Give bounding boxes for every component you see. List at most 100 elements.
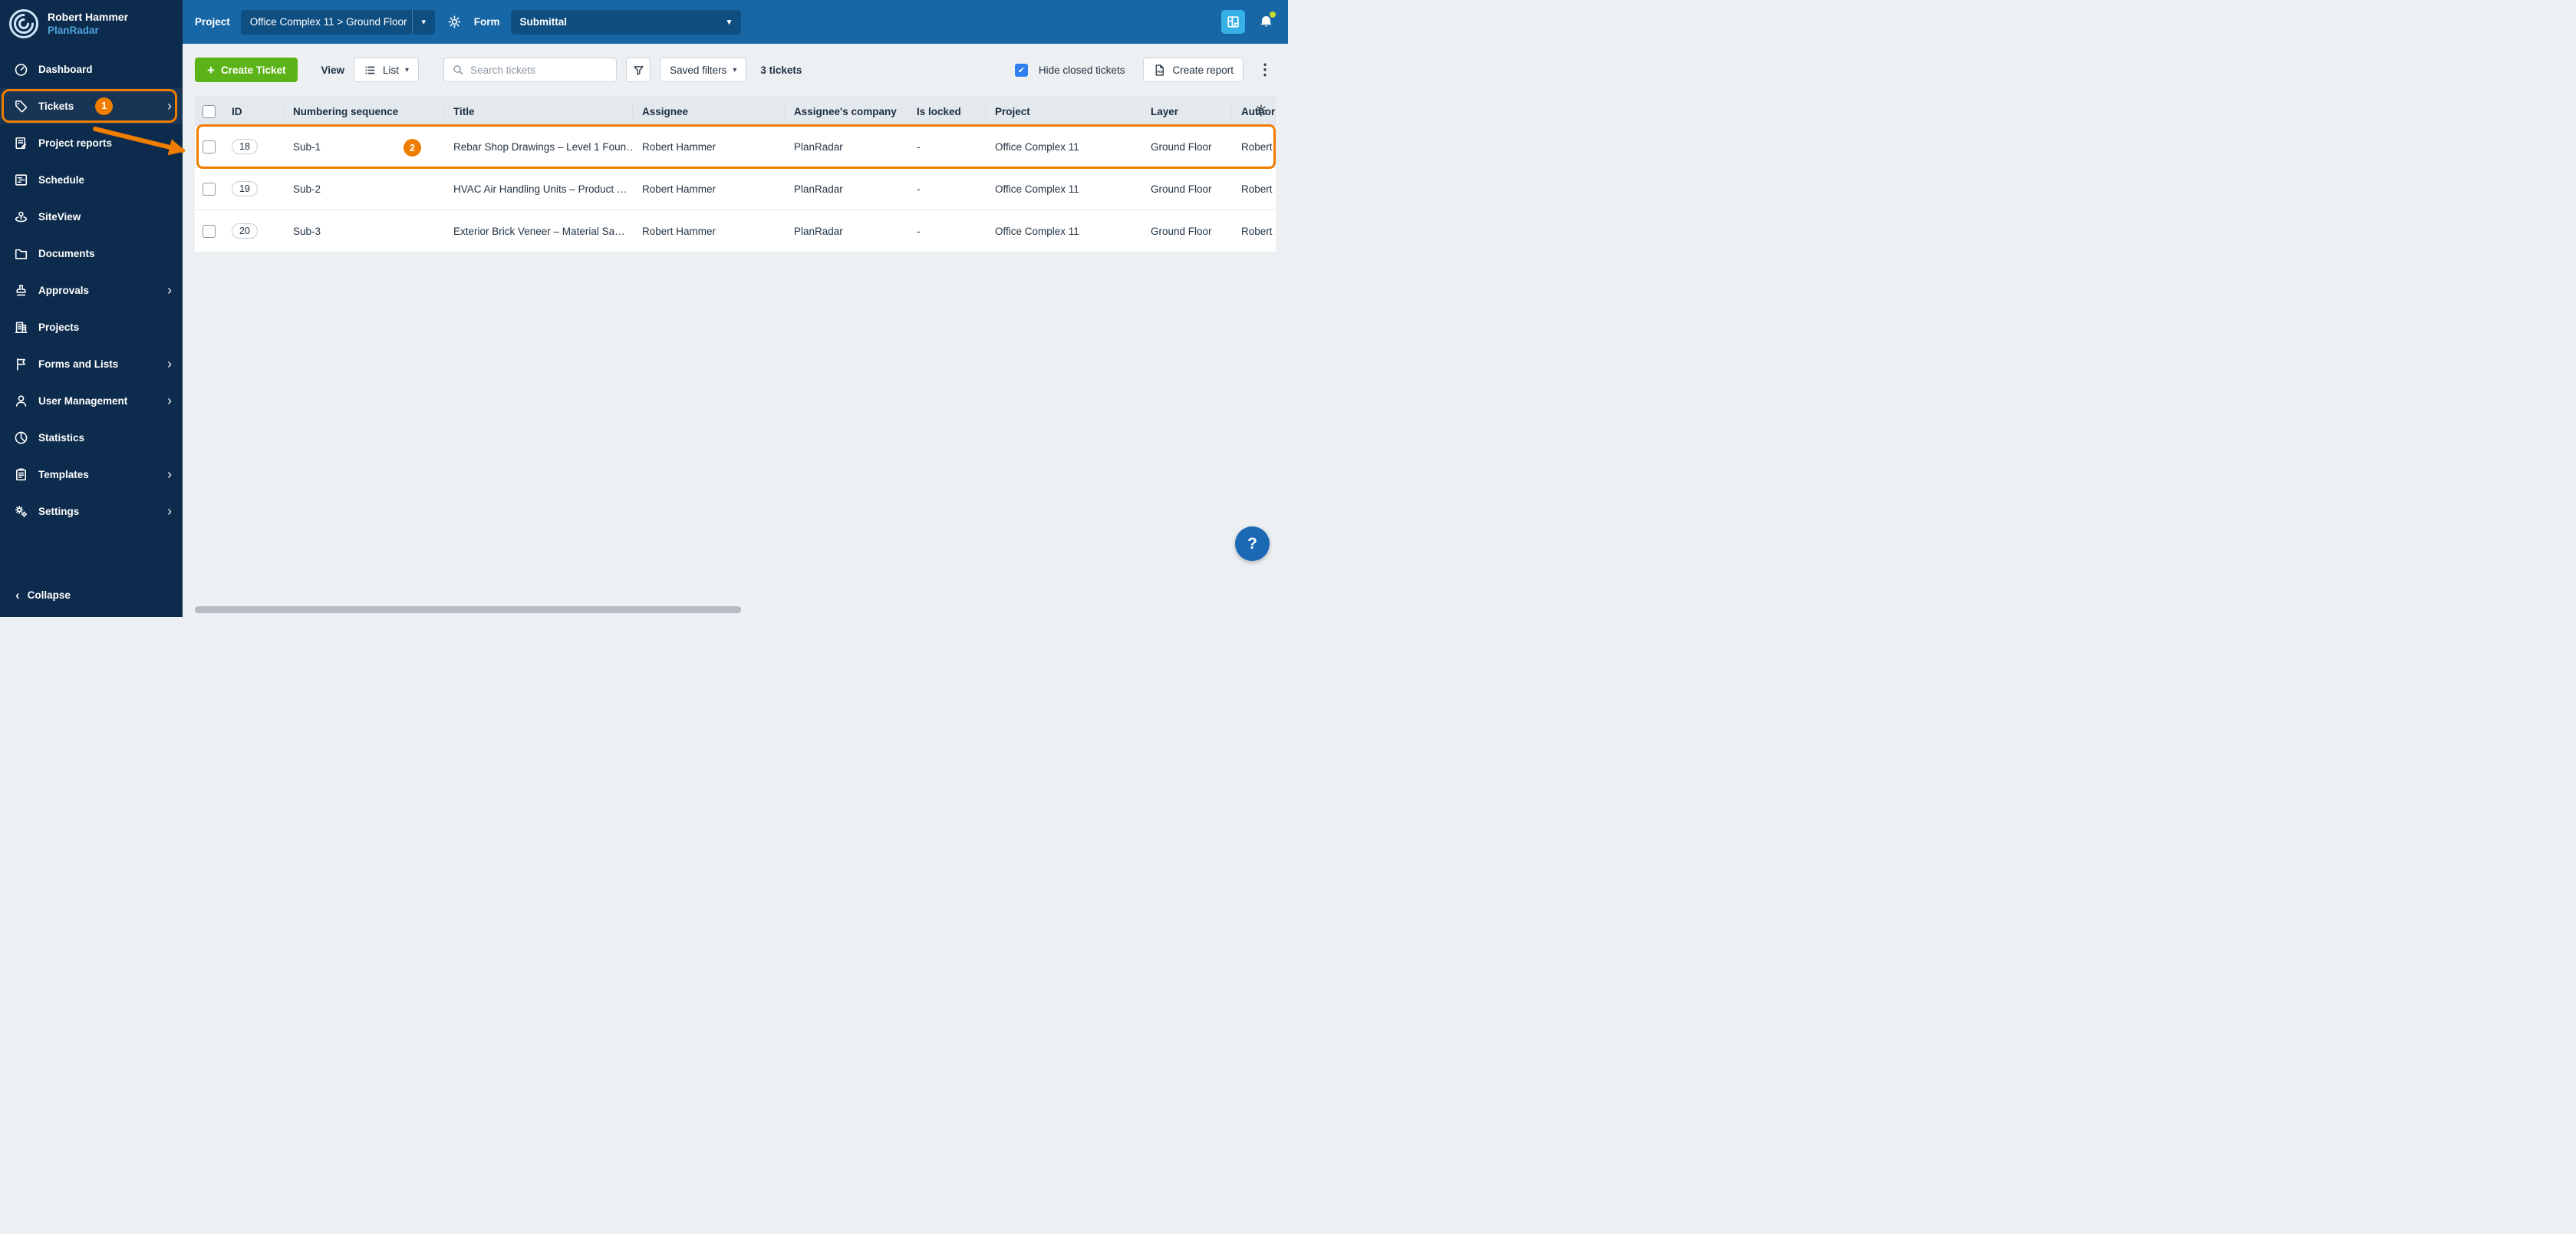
sidebar-item-label: Documents [38, 247, 95, 259]
cell-project: Office Complex 11 [995, 225, 1079, 237]
sidebar-item-schedule[interactable]: Schedule [0, 161, 183, 198]
cell-assignee: Robert Hammer [642, 140, 716, 153]
cell-title: Exterior Brick Veneer – Material Sa… [453, 225, 625, 237]
horizontal-scrollbar-thumb[interactable] [195, 606, 741, 613]
svg-text:PDF: PDF [1158, 69, 1164, 73]
notifications-bell-icon[interactable] [1258, 12, 1276, 30]
statistics-icon [13, 430, 28, 445]
sidebar-item-project-reports[interactable]: Project reports [0, 124, 183, 161]
view-mode-dropdown[interactable]: List ▾ [354, 58, 420, 82]
cell-title: Rebar Shop Drawings – Level 1 Foun… [453, 140, 633, 153]
search-tickets-input[interactable] [470, 64, 609, 76]
table-row-19[interactable]: 19 Sub-2 HVAC Air Handling Units – Product… [195, 168, 1276, 210]
cell-is_locked: - [917, 183, 921, 195]
sidebar-item-projects[interactable]: Projects [0, 308, 183, 345]
chevron-right-icon: › [167, 282, 172, 298]
table-row-20[interactable]: 20 Sub-3 Exterior Brick Veneer – Material … [195, 210, 1276, 252]
project-settings-gear-icon[interactable] [447, 15, 462, 29]
settings-icon [13, 503, 28, 519]
row-checkbox[interactable] [195, 182, 222, 196]
help-button[interactable]: ? [1235, 526, 1270, 561]
annotation-step-2-badge: 2 [404, 139, 421, 157]
column-header-assignees_company[interactable]: Assignee's company [785, 103, 908, 120]
cell-is_locked: - [917, 225, 921, 237]
templates-icon [13, 467, 28, 482]
sidebar-item-user-management[interactable]: User Management › [0, 382, 183, 419]
sidebar-item-settings[interactable]: Settings › [0, 493, 183, 530]
cell-id: 18 [222, 139, 284, 154]
view-label: View [321, 64, 345, 76]
more-options-kebab-icon[interactable]: ⋮ [1254, 62, 1276, 78]
create-ticket-button[interactable]: + Create Ticket [195, 58, 298, 82]
column-header-assignee[interactable]: Assignee [633, 103, 785, 120]
funnel-icon [633, 65, 644, 75]
sidebar-item-label: User Management [38, 394, 128, 407]
sidebar-item-label: Tickets [38, 100, 74, 112]
documents-icon [13, 246, 28, 261]
cell-project: Office Complex 11 [995, 140, 1079, 153]
sidebar-item-tickets[interactable]: Tickets 1 › [0, 87, 183, 124]
column-header-project[interactable]: Project [986, 103, 1141, 120]
brand-header: Robert Hammer PlanRadar [0, 0, 183, 48]
chevron-right-icon: › [167, 98, 172, 114]
search-icon [453, 65, 463, 75]
column-header-id[interactable]: ID [222, 103, 284, 120]
table-row-18[interactable]: 18 Sub-1 Rebar Shop Drawings – Level 1 Fou… [195, 126, 1276, 168]
sidebar-item-label: Settings [38, 505, 80, 517]
ticket-count: 3 tickets [760, 64, 802, 76]
sidebar-collapse-button[interactable]: ‹ Collapse [0, 578, 183, 617]
sidebar-item-documents[interactable]: Documents [0, 235, 183, 272]
tickets-icon [13, 98, 28, 114]
sidebar-item-dashboard[interactable]: Dashboard [0, 51, 183, 87]
filter-button[interactable] [626, 58, 651, 82]
sidebar-item-approvals[interactable]: Approvals › [0, 272, 183, 308]
planradar-logo-icon [8, 8, 40, 40]
notification-dot [1270, 12, 1276, 18]
saved-filters-dropdown[interactable]: Saved filters ▾ [660, 58, 747, 82]
row-checkbox[interactable] [195, 224, 222, 238]
projects-icon [13, 319, 28, 335]
user-name: Robert Hammer [48, 10, 129, 23]
cell-assignees_company: PlanRadar [794, 140, 843, 153]
cell-title: HVAC Air Handling Units – Product … [453, 183, 628, 195]
sidebar-item-label: Project reports [38, 137, 113, 149]
sidebar-item-templates[interactable]: Templates › [0, 456, 183, 493]
create-report-button[interactable]: PDF Create report [1143, 58, 1244, 82]
column-header-title[interactable]: Title [444, 103, 633, 120]
search-box [443, 58, 618, 82]
sidebar-item-statistics[interactable]: Statistics [0, 419, 183, 456]
cell-assignee: Robert Hammer [642, 183, 716, 195]
cell-author: Robert Hammer [1241, 225, 1276, 237]
row-checkbox[interactable] [195, 140, 222, 153]
chevron-down-icon: ▾ [733, 65, 737, 74]
chevron-left-icon: ‹ [15, 588, 20, 602]
sidebar-item-siteview[interactable]: SiteView [0, 198, 183, 235]
sidebar: Robert Hammer PlanRadar Dashboard Tickets… [0, 0, 183, 617]
select-all-checkbox[interactable] [195, 103, 222, 120]
ticket-id-pill: 19 [232, 181, 258, 196]
cell-layer: Ground Floor [1151, 225, 1212, 237]
plan-viewer-button[interactable] [1221, 10, 1245, 34]
main-content: + Create Ticket View List ▾ Saved filter… [183, 44, 1288, 617]
form-label: Form [473, 16, 500, 28]
column-header-numbering_sequence[interactable]: Numbering sequence [284, 103, 444, 120]
ticket-id-pill: 18 [232, 139, 258, 154]
sidebar-item-label: SiteView [38, 210, 81, 223]
sidebar-item-label: Dashboard [38, 63, 93, 75]
app-name: PlanRadar [48, 25, 99, 37]
hide-closed-checkbox[interactable]: ✔ [1014, 63, 1028, 77]
column-header-is_locked[interactable]: Is locked [908, 103, 986, 120]
column-header-layer[interactable]: Layer [1141, 103, 1232, 120]
schedule-icon [13, 172, 28, 187]
chevron-right-icon: › [167, 393, 172, 408]
table-body: 18 Sub-1 Rebar Shop Drawings – Level 1 Fou… [195, 126, 1276, 252]
project-reports-icon [13, 135, 28, 150]
project-selector[interactable]: Office Complex 11 > Ground Floor ▾ [240, 9, 435, 35]
chevron-down-icon: ▾ [726, 18, 732, 27]
column-settings-gear-icon[interactable] [1254, 104, 1268, 117]
dashboard-icon [13, 61, 28, 77]
topbar: Project Office Complex 11 > Ground Floor… [183, 0, 1288, 44]
sidebar-item-forms-and-lists[interactable]: Forms and Lists › [0, 345, 183, 382]
cell-layer: Ground Floor [1151, 183, 1212, 195]
form-selector[interactable]: Submittal ▾ [510, 9, 741, 35]
